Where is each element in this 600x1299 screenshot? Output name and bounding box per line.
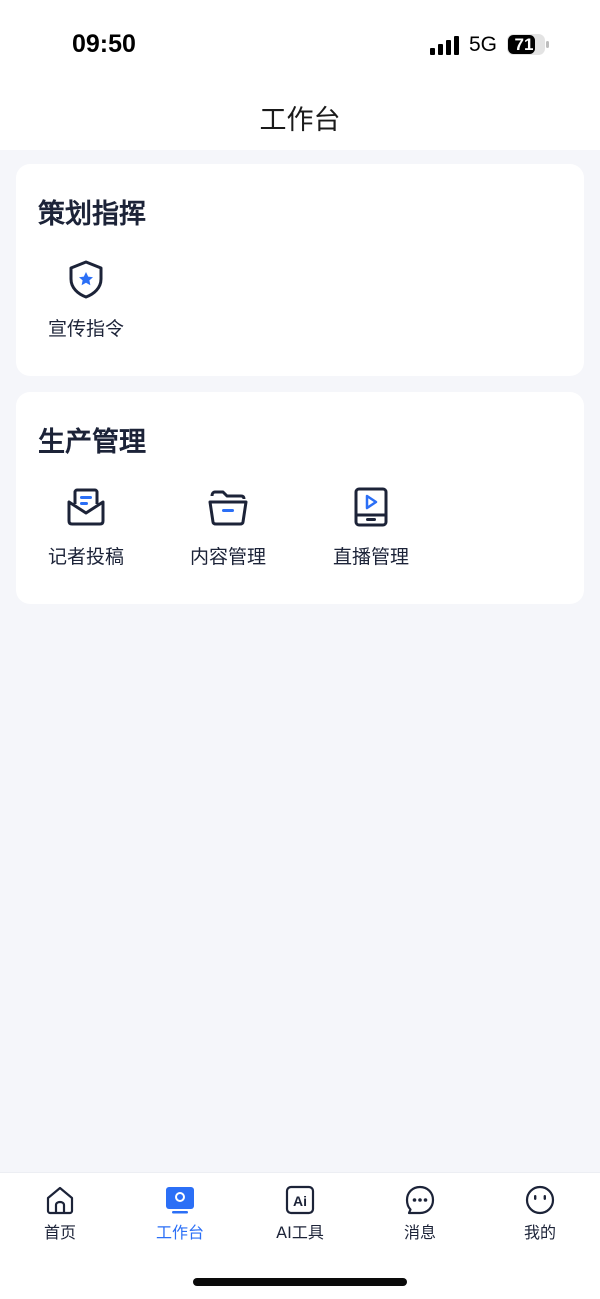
grid-item-label: 记者投稿 bbox=[47, 546, 124, 568]
workbench-icon bbox=[166, 1187, 194, 1214]
home-icon bbox=[46, 1186, 74, 1215]
tab-ai-tools[interactable]: Ai AI工具 bbox=[240, 1185, 360, 1245]
tab-home[interactable]: 首页 bbox=[0, 1185, 120, 1245]
signal-icon bbox=[430, 36, 459, 55]
tab-label: 消息 bbox=[403, 1223, 436, 1242]
grid-item-label: 内容管理 bbox=[189, 546, 266, 568]
tab-profile[interactable]: 我的 bbox=[480, 1185, 600, 1245]
section-card-production: 生产管理 记者投稿 内容管理 直播管理 bbox=[16, 392, 584, 604]
svg-text:Ai: Ai bbox=[293, 1193, 307, 1209]
profile-face-icon bbox=[525, 1185, 555, 1215]
grid-item-label: 直播管理 bbox=[332, 546, 409, 568]
grid-item-propaganda-order[interactable]: 宣传指令 bbox=[26, 258, 146, 348]
top-bar: 09:50 5G 71 工作台 bbox=[0, 0, 600, 150]
home-indicator bbox=[193, 1278, 407, 1286]
grid-item-label: 宣传指令 bbox=[47, 318, 124, 340]
grid-item-live-management[interactable]: 直播管理 bbox=[311, 486, 431, 576]
network-type: 5G bbox=[469, 33, 498, 56]
section-card-planning: 策划指挥 宣传指令 bbox=[16, 164, 584, 376]
chat-bubble-icon bbox=[405, 1185, 435, 1215]
tab-label: 首页 bbox=[43, 1223, 76, 1242]
shield-star-icon bbox=[69, 260, 103, 299]
mail-document-icon bbox=[67, 488, 105, 526]
grid-item-content-management[interactable]: 内容管理 bbox=[168, 486, 288, 576]
tablet-play-icon bbox=[354, 487, 388, 527]
tab-label: 我的 bbox=[523, 1223, 556, 1242]
tab-label: AI工具 bbox=[276, 1223, 324, 1242]
tab-label: 工作台 bbox=[155, 1223, 204, 1242]
section-title: 生产管理 bbox=[38, 427, 146, 458]
status-time: 09:50 bbox=[72, 30, 136, 58]
folder-icon bbox=[208, 490, 248, 526]
tab-workbench[interactable]: 工作台 bbox=[120, 1185, 240, 1245]
battery-level: 71 bbox=[514, 35, 534, 54]
grid-item-reporter-submission[interactable]: 记者投稿 bbox=[26, 486, 146, 576]
page-title: 工作台 bbox=[259, 105, 341, 136]
ai-icon: Ai bbox=[285, 1185, 315, 1215]
section-title: 策划指挥 bbox=[38, 199, 146, 230]
tab-messages[interactable]: 消息 bbox=[360, 1185, 480, 1245]
